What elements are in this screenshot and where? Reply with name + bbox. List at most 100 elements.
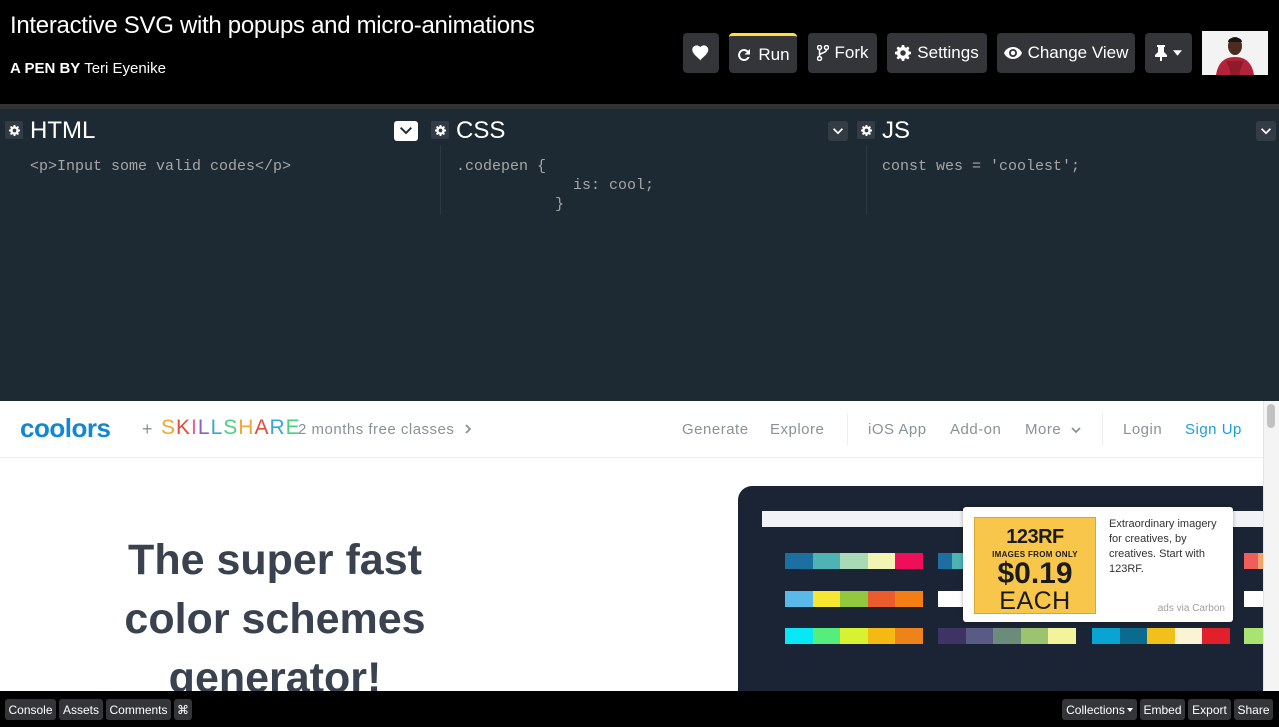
html-code[interactable]: <p>Input some valid codes</p> <box>30 157 291 176</box>
palette-row[interactable] <box>785 553 923 569</box>
embed-button[interactable]: Embed <box>1140 699 1185 720</box>
palette-swatch[interactable] <box>785 553 813 569</box>
promo-link[interactable]: 2 months free classes <box>298 421 472 438</box>
html-editor-title: HTML <box>30 117 96 144</box>
js-code[interactable]: const wes = 'coolest'; <box>882 157 1080 176</box>
palette-row[interactable] <box>938 553 966 569</box>
avatar[interactable] <box>1202 31 1268 75</box>
css-editor[interactable]: CSS .codepen { is: cool; } <box>426 109 852 401</box>
palette-swatch[interactable] <box>1244 591 1263 607</box>
palette-swatch[interactable] <box>840 628 868 644</box>
js-editor-dropdown[interactable] <box>1256 121 1276 141</box>
palette-swatch[interactable] <box>1174 628 1203 644</box>
chevron-right-icon <box>465 424 472 434</box>
palette-swatch[interactable] <box>812 591 841 607</box>
nav-generate[interactable]: Generate <box>682 421 749 438</box>
collections-button[interactable]: Collections <box>1062 699 1137 720</box>
palette-swatch[interactable] <box>938 553 952 569</box>
share-button[interactable]: Share <box>1234 699 1273 720</box>
palette-swatch[interactable] <box>1092 628 1120 644</box>
nav-signup[interactable]: Sign Up <box>1185 421 1242 438</box>
assets-button[interactable]: Assets <box>59 699 103 720</box>
palette-row[interactable] <box>1244 628 1263 644</box>
palette-swatch[interactable] <box>993 628 1021 644</box>
palette-row[interactable] <box>938 628 1076 644</box>
nav-login[interactable]: Login <box>1123 421 1162 438</box>
palette-swatch[interactable] <box>812 553 841 569</box>
ad-via[interactable]: ads via Carbon <box>1158 603 1225 614</box>
palette-swatch[interactable] <box>895 553 923 569</box>
palette-swatch[interactable] <box>785 591 813 607</box>
palette-swatch[interactable] <box>938 628 966 644</box>
gear-icon <box>860 124 872 136</box>
run-label: Run <box>758 44 790 64</box>
palette-swatch[interactable] <box>840 553 868 569</box>
nav-separator <box>1102 413 1103 445</box>
js-settings-button[interactable] <box>857 121 875 139</box>
fork-icon <box>816 45 829 61</box>
palette-row[interactable] <box>1244 591 1263 607</box>
palette-swatch[interactable] <box>895 591 923 607</box>
comments-button[interactable]: Comments <box>106 699 171 720</box>
chevron-down-icon <box>1126 707 1133 712</box>
palette-swatch[interactable] <box>1202 628 1230 644</box>
skillshare-letter: I <box>191 416 198 439</box>
nav-add-on[interactable]: Add-on <box>950 421 1001 438</box>
nav-explore[interactable]: Explore <box>770 421 824 438</box>
ad-image[interactable]: 123RF IMAGES FROM ONLY $0.19 EACH <box>974 517 1096 614</box>
palette-swatch[interactable] <box>785 628 813 644</box>
skillshare-logo[interactable]: SKILLSHARE <box>161 416 301 440</box>
preview-scrollbar-thumb[interactable] <box>1267 404 1275 428</box>
run-button[interactable]: Run <box>729 33 797 73</box>
change-view-button[interactable]: Change View <box>997 33 1135 73</box>
palette-swatch[interactable] <box>867 591 896 607</box>
css-settings-button[interactable] <box>431 121 449 139</box>
change-view-label: Change View <box>1027 43 1129 62</box>
palette-swatch[interactable] <box>812 628 841 644</box>
author-name[interactable]: Teri Eyenike <box>84 60 166 77</box>
html-settings-button[interactable] <box>5 121 23 139</box>
coolors-logo[interactable]: coolors <box>20 413 111 444</box>
plus-sign: + <box>142 419 153 439</box>
console-button[interactable]: Console <box>5 699 56 720</box>
palette-swatch[interactable] <box>1020 628 1049 644</box>
editor-panels: HTML <p>Input some valid codes</p> CSS .… <box>0 104 1279 401</box>
palette-swatch[interactable] <box>1119 628 1148 644</box>
settings-label: Settings <box>917 43 979 62</box>
nav-ios-app[interactable]: iOS App <box>868 421 927 438</box>
like-button[interactable] <box>683 33 719 73</box>
palette-swatch[interactable] <box>938 591 966 607</box>
palette-swatch[interactable] <box>895 628 923 644</box>
html-editor[interactable]: HTML <p>Input some valid codes</p> <box>0 109 425 401</box>
editor-footer: Console Assets Comments ⌘ Collections Em… <box>0 691 1279 727</box>
palette-swatch[interactable] <box>1147 628 1175 644</box>
heart-icon <box>692 45 709 61</box>
export-button[interactable]: Export <box>1188 699 1231 720</box>
palette-row[interactable] <box>1092 628 1230 644</box>
palette-swatch[interactable] <box>965 628 994 644</box>
pen-title: Interactive SVG with popups and micro-an… <box>10 12 535 39</box>
palette-swatch[interactable] <box>1244 628 1263 644</box>
author-prefix: A PEN BY <box>10 60 81 77</box>
ad-text[interactable]: Extraordinary imagery for creatives, by … <box>1109 517 1229 577</box>
palette-row[interactable] <box>785 628 923 644</box>
palette-row[interactable] <box>785 591 923 607</box>
palette-swatch[interactable] <box>1244 553 1258 569</box>
preview-scrollbar[interactable] <box>1263 401 1279 691</box>
keyboard-shortcuts-button[interactable]: ⌘ <box>174 699 192 720</box>
nav-more[interactable]: More <box>1025 421 1081 438</box>
skillshare-letter: R <box>269 416 286 439</box>
css-code[interactable]: .codepen { is: cool; } <box>456 157 654 214</box>
js-editor[interactable]: JS const wes = 'coolest'; <box>852 109 1279 401</box>
pin-button[interactable] <box>1145 33 1192 73</box>
palette-swatch[interactable] <box>1048 628 1076 644</box>
palette-swatch[interactable] <box>840 591 868 607</box>
palette-swatch[interactable] <box>867 553 896 569</box>
carbon-ad[interactable]: 123RF IMAGES FROM ONLY $0.19 EACH Extrao… <box>963 507 1233 622</box>
html-editor-dropdown[interactable] <box>394 121 418 141</box>
fork-button[interactable]: Fork <box>808 33 877 73</box>
css-editor-dropdown[interactable] <box>828 121 848 141</box>
preview-frame[interactable]: coolors + SKILLSHARE 2 months free class… <box>0 401 1279 691</box>
settings-button[interactable]: Settings <box>887 33 987 73</box>
palette-swatch[interactable] <box>867 628 896 644</box>
